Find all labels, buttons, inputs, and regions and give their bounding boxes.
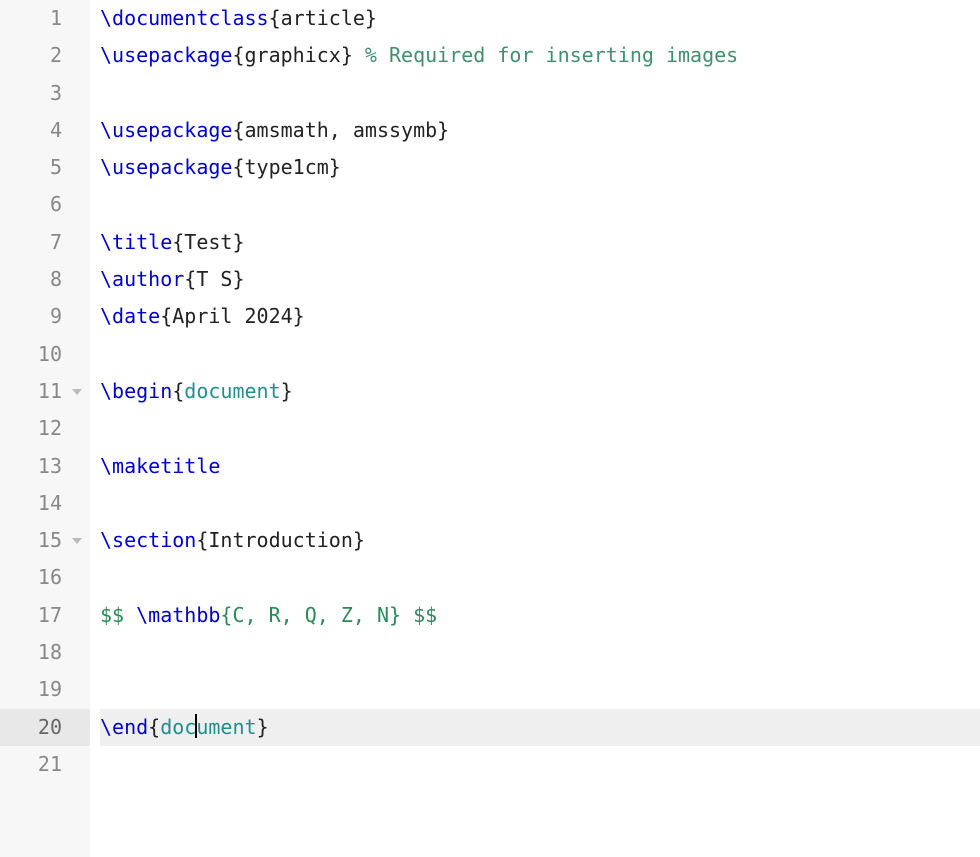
line-number-active: 20 (0, 709, 90, 746)
code-line[interactable] (100, 336, 980, 373)
code-line[interactable]: \usepackage{graphicx} % Required for ins… (100, 37, 980, 74)
code-line[interactable] (100, 559, 980, 596)
line-number: 10 (0, 336, 90, 373)
line-number: 21 (0, 746, 90, 783)
code-line-active[interactable]: \end{document} (100, 709, 980, 746)
fold-marker-icon[interactable] (72, 389, 82, 395)
line-number: 14 (0, 485, 90, 522)
latex-command: \usepackage (100, 43, 232, 67)
code-line[interactable] (100, 75, 980, 112)
latex-env: document (184, 379, 280, 403)
code-line[interactable] (100, 746, 980, 783)
code-line[interactable] (100, 634, 980, 671)
line-number: 9 (0, 298, 90, 335)
code-line[interactable]: \begin{document} (100, 373, 980, 410)
code-line[interactable] (100, 186, 980, 223)
latex-arg: {Test} (172, 230, 244, 254)
line-number: 6 (0, 186, 90, 223)
code-line[interactable] (100, 410, 980, 447)
latex-comment: % Required for inserting images (365, 43, 738, 67)
math-delim: $$ (100, 603, 136, 627)
line-number-gutter: 1 2 3 4 5 6 7 8 9 10 11 12 13 14 15 16 1… (0, 0, 90, 857)
latex-arg: {T S} (184, 267, 244, 291)
line-number: 18 (0, 634, 90, 671)
line-number: 17 (0, 597, 90, 634)
code-line[interactable]: \section{Introduction} (100, 522, 980, 559)
latex-env: doc (160, 715, 196, 739)
latex-command: \mathbb (136, 603, 220, 627)
latex-command: \begin (100, 379, 172, 403)
line-number: 11 (0, 373, 90, 410)
latex-arg: {article} (269, 6, 377, 30)
line-number: 15 (0, 522, 90, 559)
code-editor[interactable]: 1 2 3 4 5 6 7 8 9 10 11 12 13 14 15 16 1… (0, 0, 980, 857)
code-line[interactable]: \author{T S} (100, 261, 980, 298)
code-line[interactable]: \usepackage{amsmath, amssymb} (100, 112, 980, 149)
fold-marker-icon[interactable] (72, 538, 82, 544)
latex-command: \documentclass (100, 6, 269, 30)
latex-arg: {April 2024} (160, 304, 305, 328)
latex-arg: {type1cm} (232, 155, 340, 179)
line-number: 8 (0, 261, 90, 298)
latex-command: \maketitle (100, 454, 220, 478)
latex-arg: {Introduction} (196, 528, 365, 552)
latex-command: \section (100, 528, 196, 552)
code-line[interactable] (100, 671, 980, 708)
line-number: 19 (0, 671, 90, 708)
code-line[interactable]: \date{April 2024} (100, 298, 980, 335)
line-number: 7 (0, 224, 90, 261)
latex-env: ument (196, 715, 256, 739)
line-number: 4 (0, 112, 90, 149)
line-number: 1 (0, 0, 90, 37)
latex-command: \author (100, 267, 184, 291)
code-line[interactable]: \usepackage{type1cm} (100, 149, 980, 186)
line-number: 2 (0, 37, 90, 74)
latex-command: \usepackage (100, 118, 232, 142)
latex-command: \usepackage (100, 155, 232, 179)
latex-arg: {amsmath, amssymb} (232, 118, 449, 142)
code-line[interactable]: \documentclass{article} (100, 0, 980, 37)
text-cursor (195, 714, 197, 738)
line-number: 12 (0, 410, 90, 447)
code-line[interactable] (100, 485, 980, 522)
code-line[interactable]: \title{Test} (100, 224, 980, 261)
code-area[interactable]: \documentclass{article} \usepackage{grap… (90, 0, 980, 857)
latex-command: \title (100, 230, 172, 254)
line-number: 3 (0, 75, 90, 112)
latex-command: \end (100, 715, 148, 739)
math-content: {C, R, Q, Z, N} (220, 603, 401, 627)
line-number: 13 (0, 448, 90, 485)
latex-arg: {graphicx} (232, 43, 352, 67)
latex-command: \date (100, 304, 160, 328)
math-delim: $$ (401, 603, 437, 627)
code-line[interactable]: \maketitle (100, 448, 980, 485)
line-number: 16 (0, 559, 90, 596)
line-number: 5 (0, 149, 90, 186)
code-line[interactable]: $$ \mathbb{C, R, Q, Z, N} $$ (100, 597, 980, 634)
